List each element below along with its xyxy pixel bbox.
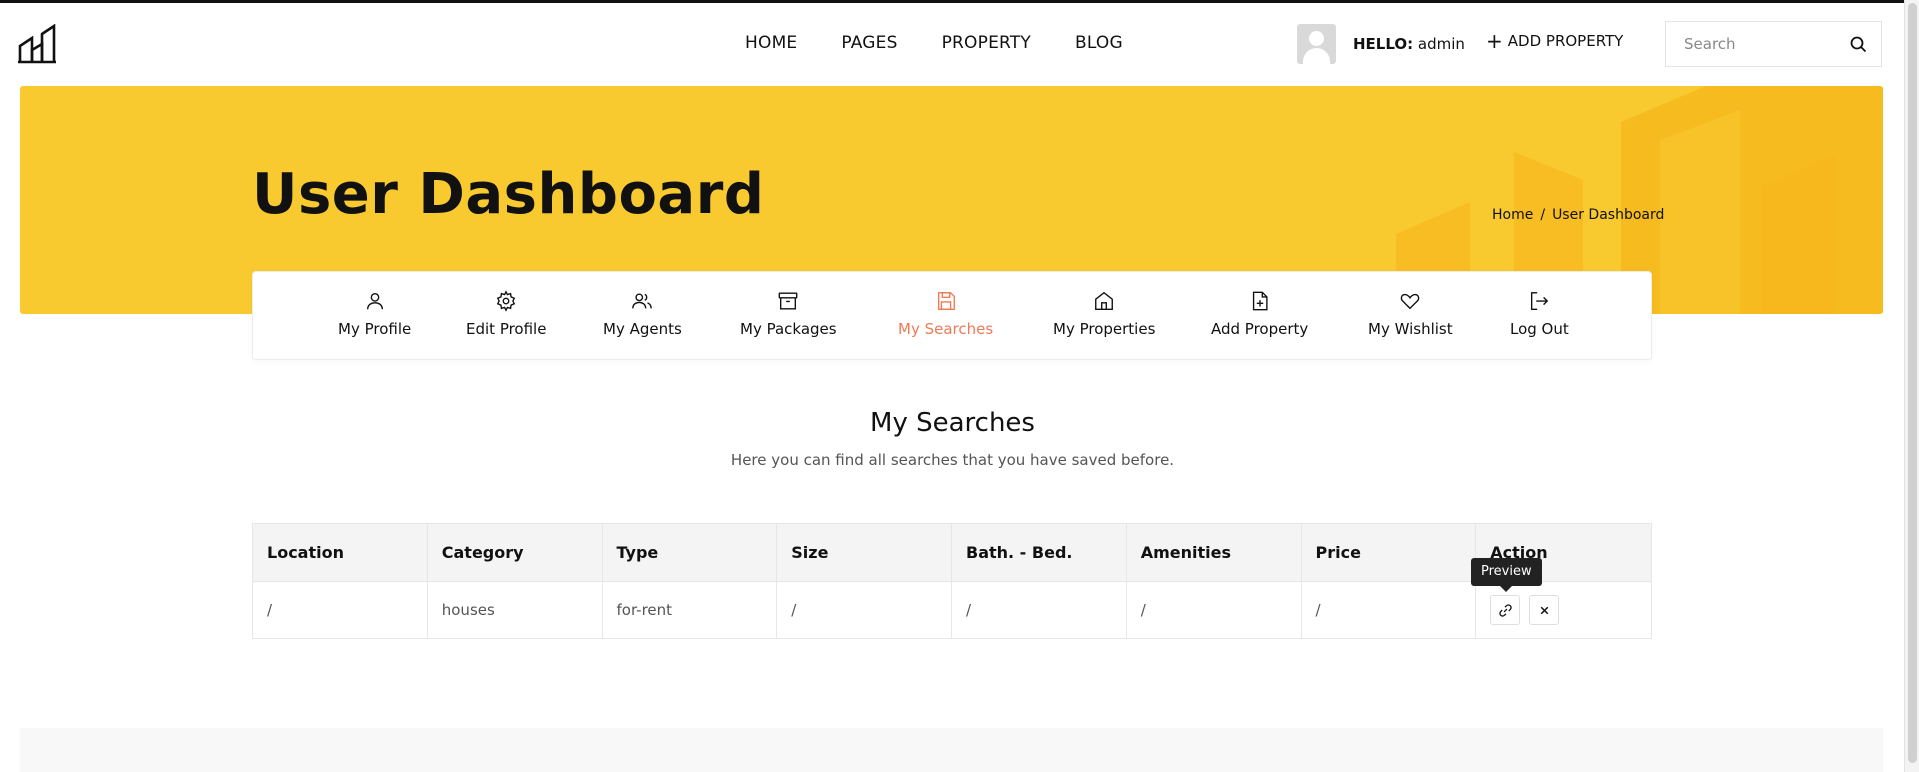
nav-pages[interactable]: PAGES xyxy=(841,30,897,56)
page-title: User Dashboard xyxy=(252,162,765,227)
cell-amenities: / xyxy=(1127,582,1302,638)
main-nav: HOME PAGES PROPERTY BLOG xyxy=(745,30,1167,56)
hello-text: HELLO: admin xyxy=(1353,35,1465,53)
tab-my-wishlist[interactable]: My Wishlist xyxy=(1368,290,1453,338)
link-icon xyxy=(1499,603,1512,617)
table-header-row: Location Category Type Size Bath. - Bed.… xyxy=(253,524,1651,582)
header-type: Type xyxy=(603,524,778,581)
section-title: My Searches xyxy=(870,408,1035,438)
cell-category: houses xyxy=(428,582,603,638)
logo-icon[interactable] xyxy=(18,24,56,64)
archive-icon xyxy=(778,292,798,310)
breadcrumb-current: User Dashboard xyxy=(1552,207,1665,223)
header-amenities: Amenities xyxy=(1127,524,1302,581)
preview-button[interactable] xyxy=(1490,595,1521,625)
home-icon xyxy=(1095,291,1114,310)
cell-price: / xyxy=(1302,582,1477,638)
preview-tooltip: Preview xyxy=(1471,558,1542,592)
header-price: Price xyxy=(1302,524,1477,581)
scrollbar[interactable] xyxy=(1904,0,1919,772)
tab-my-properties[interactable]: My Properties xyxy=(1053,290,1155,338)
add-property-link[interactable]: + ADD PROPERTY xyxy=(1486,29,1624,53)
tab-my-profile[interactable]: My Profile xyxy=(338,290,411,338)
breadcrumb-home[interactable]: Home xyxy=(1492,207,1533,223)
header-size: Size xyxy=(777,524,952,581)
saved-searches-table: Location Category Type Size Bath. - Bed.… xyxy=(252,523,1652,639)
gear-icon xyxy=(497,290,516,312)
breadcrumb: Home / User Dashboard xyxy=(1492,207,1664,223)
header-bath-bed: Bath. - Bed. xyxy=(952,524,1127,581)
section-subtitle: Here you can find all searches that you … xyxy=(730,451,1175,469)
header-category: Category xyxy=(428,524,603,581)
add-property-label: ADD PROPERTY xyxy=(1507,32,1624,50)
dashboard-tabs: My Profile Edit Profile My Agents My Pac… xyxy=(252,271,1652,360)
top-border xyxy=(0,0,1919,3)
cell-size: / xyxy=(777,582,952,638)
save-icon xyxy=(937,292,955,310)
tab-log-out[interactable]: Log Out xyxy=(1510,290,1569,338)
nav-blog[interactable]: BLOG xyxy=(1075,30,1123,56)
file-plus-icon xyxy=(1252,291,1268,311)
logout-icon xyxy=(1531,292,1549,310)
breadcrumb-separator: / xyxy=(1540,207,1546,223)
tab-my-searches[interactable]: My Searches xyxy=(898,290,993,338)
cell-type: for-rent xyxy=(603,582,778,638)
header-location: Location xyxy=(253,524,428,581)
nav-home[interactable]: HOME xyxy=(745,30,797,56)
users-icon xyxy=(632,293,653,309)
delete-button[interactable] xyxy=(1529,595,1560,625)
user-menu[interactable]: HELLO: admin xyxy=(1297,24,1465,64)
scrollbar-thumb[interactable] xyxy=(1908,3,1917,763)
user-icon xyxy=(366,292,383,310)
tab-my-agents[interactable]: My Agents xyxy=(603,290,682,338)
nav-property[interactable]: PROPERTY xyxy=(942,30,1031,56)
search-input[interactable] xyxy=(1682,34,1846,54)
footer-band xyxy=(20,728,1883,772)
search-box xyxy=(1665,21,1882,67)
avatar[interactable] xyxy=(1297,24,1336,64)
user-name: admin xyxy=(1417,35,1465,53)
table-row: / houses for-rent / / / / xyxy=(253,582,1651,638)
close-icon xyxy=(1540,606,1549,614)
tab-edit-profile[interactable]: Edit Profile xyxy=(466,290,546,338)
plus-icon: + xyxy=(1486,29,1503,53)
search-icon[interactable] xyxy=(1850,36,1867,53)
tab-my-packages[interactable]: My Packages xyxy=(740,290,837,338)
cell-location: / xyxy=(253,582,428,638)
heart-icon xyxy=(1401,293,1420,310)
tab-add-property[interactable]: Add Property xyxy=(1211,290,1308,338)
cell-bath-bed: / xyxy=(952,582,1127,638)
